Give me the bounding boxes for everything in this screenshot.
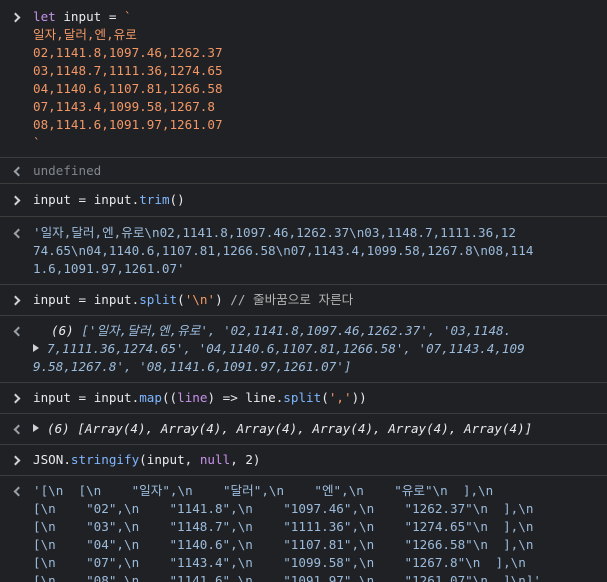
- code-comment: // 줄바꿈으로 자른다: [230, 292, 354, 307]
- operator: =: [78, 292, 87, 307]
- output-string-line: [\n "02",\n "1141.8",\n "1097.46",\n "12…: [33, 501, 534, 516]
- array-preview-text: (6) [Array(4), Array(4), Array(4), Array…: [47, 421, 533, 436]
- identifier: input: [33, 292, 71, 307]
- console-input-entry[interactable]: input = input.trim(): [0, 184, 607, 217]
- code-line: input = input.split('\n') // 줄바꿈으로 자른다: [33, 291, 599, 309]
- console-input-entry[interactable]: let input = ` 일자,달러,엔,유로 02,1141.8,1097.…: [0, 0, 607, 158]
- chevron-left-icon: [10, 224, 24, 242]
- code-line: input = input.trim(): [33, 191, 599, 209]
- chevron-right-icon: [10, 451, 24, 469]
- template-line: 02,1141.8,1097.46,1262.37: [33, 45, 223, 60]
- output-string-line: [\n "08",\n "1141.6",\n "1091.97",\n "12…: [33, 573, 541, 582]
- output-string-line: [\n "07",\n "1143.4",\n "1099.58",\n "12…: [33, 555, 526, 570]
- console-input-entry[interactable]: input = input.map((line) => line.split('…: [0, 383, 607, 414]
- template-line: 07,1143.4,1099.58,1267.8: [33, 99, 215, 114]
- template-line: 08,1141.6,1091.97,1261.07: [33, 117, 223, 132]
- output-value: undefined: [33, 163, 102, 178]
- chevron-left-icon: [10, 420, 24, 438]
- paren: (: [177, 292, 185, 307]
- object-ref: JSON.: [33, 452, 71, 467]
- output-string-line: [\n "03",\n "1148.7",\n "1111.36",\n "12…: [33, 519, 534, 534]
- output-string-line: 1.6,1091.97,1261.07': [33, 261, 185, 276]
- array-preview-text: ['일자,달러,엔,유로', '02,1141.8,1097.46,1262.3…: [73, 323, 512, 338]
- chevron-right-icon: [10, 389, 24, 407]
- devtools-console: let input = ` 일자,달러,엔,유로 02,1141.8,1097.…: [0, 0, 607, 582]
- console-output-entry: '일자,달러,엔,유로\n02,1141.8,1097.46,1262.37\n…: [0, 217, 607, 285]
- output-string-line: 74.65\n04,1140.6,1107.81,1266.58\n07,114…: [33, 243, 534, 258]
- console-output-entry: '[\n [\n "일자",\n "달러",\n "엔",\n "유로"\n ]…: [0, 476, 607, 582]
- object-ref: input.: [93, 192, 140, 207]
- identifier: input: [33, 192, 71, 207]
- console-input-entry[interactable]: JSON.stringify(input, null, 2): [0, 445, 607, 476]
- operator: =: [78, 192, 87, 207]
- template-line: 03,1148.7,1111.36,1274.65: [33, 63, 223, 78]
- template-line: `: [33, 135, 41, 150]
- arrow-body: ) => line.: [207, 390, 284, 405]
- chevron-left-icon: [10, 162, 24, 180]
- paren: )): [351, 390, 367, 405]
- method-name: map: [139, 390, 162, 405]
- template-line: 04,1140.6,1107.81,1266.58: [33, 81, 223, 96]
- template-tick: `: [124, 9, 132, 24]
- chevron-right-icon: [10, 191, 24, 209]
- method-name: trim: [139, 192, 170, 207]
- array-preview-text: 7,1111.36,1274.65', '04,1140.6,1107.81,1…: [47, 341, 525, 356]
- keyword-let: let: [33, 9, 56, 24]
- keyword-null: null: [199, 452, 231, 467]
- console-output-entry[interactable]: (6) ['일자,달러,엔,유로', '02,1141.8,1097.46,12…: [0, 316, 607, 383]
- method-name: stringify: [70, 452, 140, 467]
- operator: =: [78, 390, 87, 405]
- chevron-left-icon: [10, 482, 24, 500]
- chevron-right-icon: [10, 291, 24, 309]
- object-ref: input.: [93, 292, 140, 307]
- code-line: JSON.stringify(input, null, 2): [33, 451, 599, 469]
- chevron-right-icon: [10, 8, 24, 26]
- array-preview-line: 9.58,1267.8', '08,1141.6,1091.97,1261.07…: [33, 359, 352, 374]
- param-name: line: [177, 390, 208, 405]
- code-line: let input = `: [33, 8, 599, 26]
- code-line: input = input.map((line) => line.split('…: [33, 390, 367, 405]
- method-name: split: [283, 390, 322, 405]
- call-args: (input,: [139, 452, 200, 467]
- array-preview-line: (6) [Array(4), Array(4), Array(4), Array…: [33, 420, 599, 438]
- console-output-entry: undefined: [0, 158, 607, 184]
- object-ref: input.: [93, 390, 140, 405]
- call-parens: (): [169, 192, 185, 207]
- output-string-line: [\n "04",\n "1140.6",\n "1107.81",\n "12…: [33, 537, 534, 552]
- call-args: , 2): [230, 452, 261, 467]
- triangle-right-icon[interactable]: [33, 424, 39, 432]
- output-string-line: '일자,달러,엔,유로\n02,1141.8,1097.46,1262.37\n…: [33, 225, 516, 240]
- console-output-entry[interactable]: (6) [Array(4), Array(4), Array(4), Array…: [0, 414, 607, 445]
- triangle-right-icon[interactable]: [33, 344, 39, 352]
- array-preview-line: 7,1111.36,1274.65', '04,1140.6,1107.81,1…: [33, 340, 599, 358]
- array-count: (6): [51, 323, 74, 338]
- chevron-left-icon: [10, 322, 24, 340]
- operator: =: [108, 9, 117, 24]
- string-arg: ',': [328, 390, 352, 405]
- output-string-line: '[\n [\n "일자",\n "달러",\n "엔",\n "유로"\n ]…: [33, 483, 494, 498]
- identifier: input: [33, 390, 71, 405]
- array-preview-line: (6) ['일자,달러,엔,유로', '02,1141.8,1097.46,12…: [33, 322, 599, 340]
- paren: ((: [161, 390, 178, 405]
- template-line: 일자,달러,엔,유로: [33, 27, 137, 42]
- method-name: split: [139, 292, 178, 307]
- console-input-entry[interactable]: input = input.split('\n') // 줄바꿈으로 자른다: [0, 285, 607, 316]
- paren: ): [215, 292, 223, 307]
- identifier: input: [63, 9, 102, 24]
- string-arg: '\n': [184, 292, 216, 307]
